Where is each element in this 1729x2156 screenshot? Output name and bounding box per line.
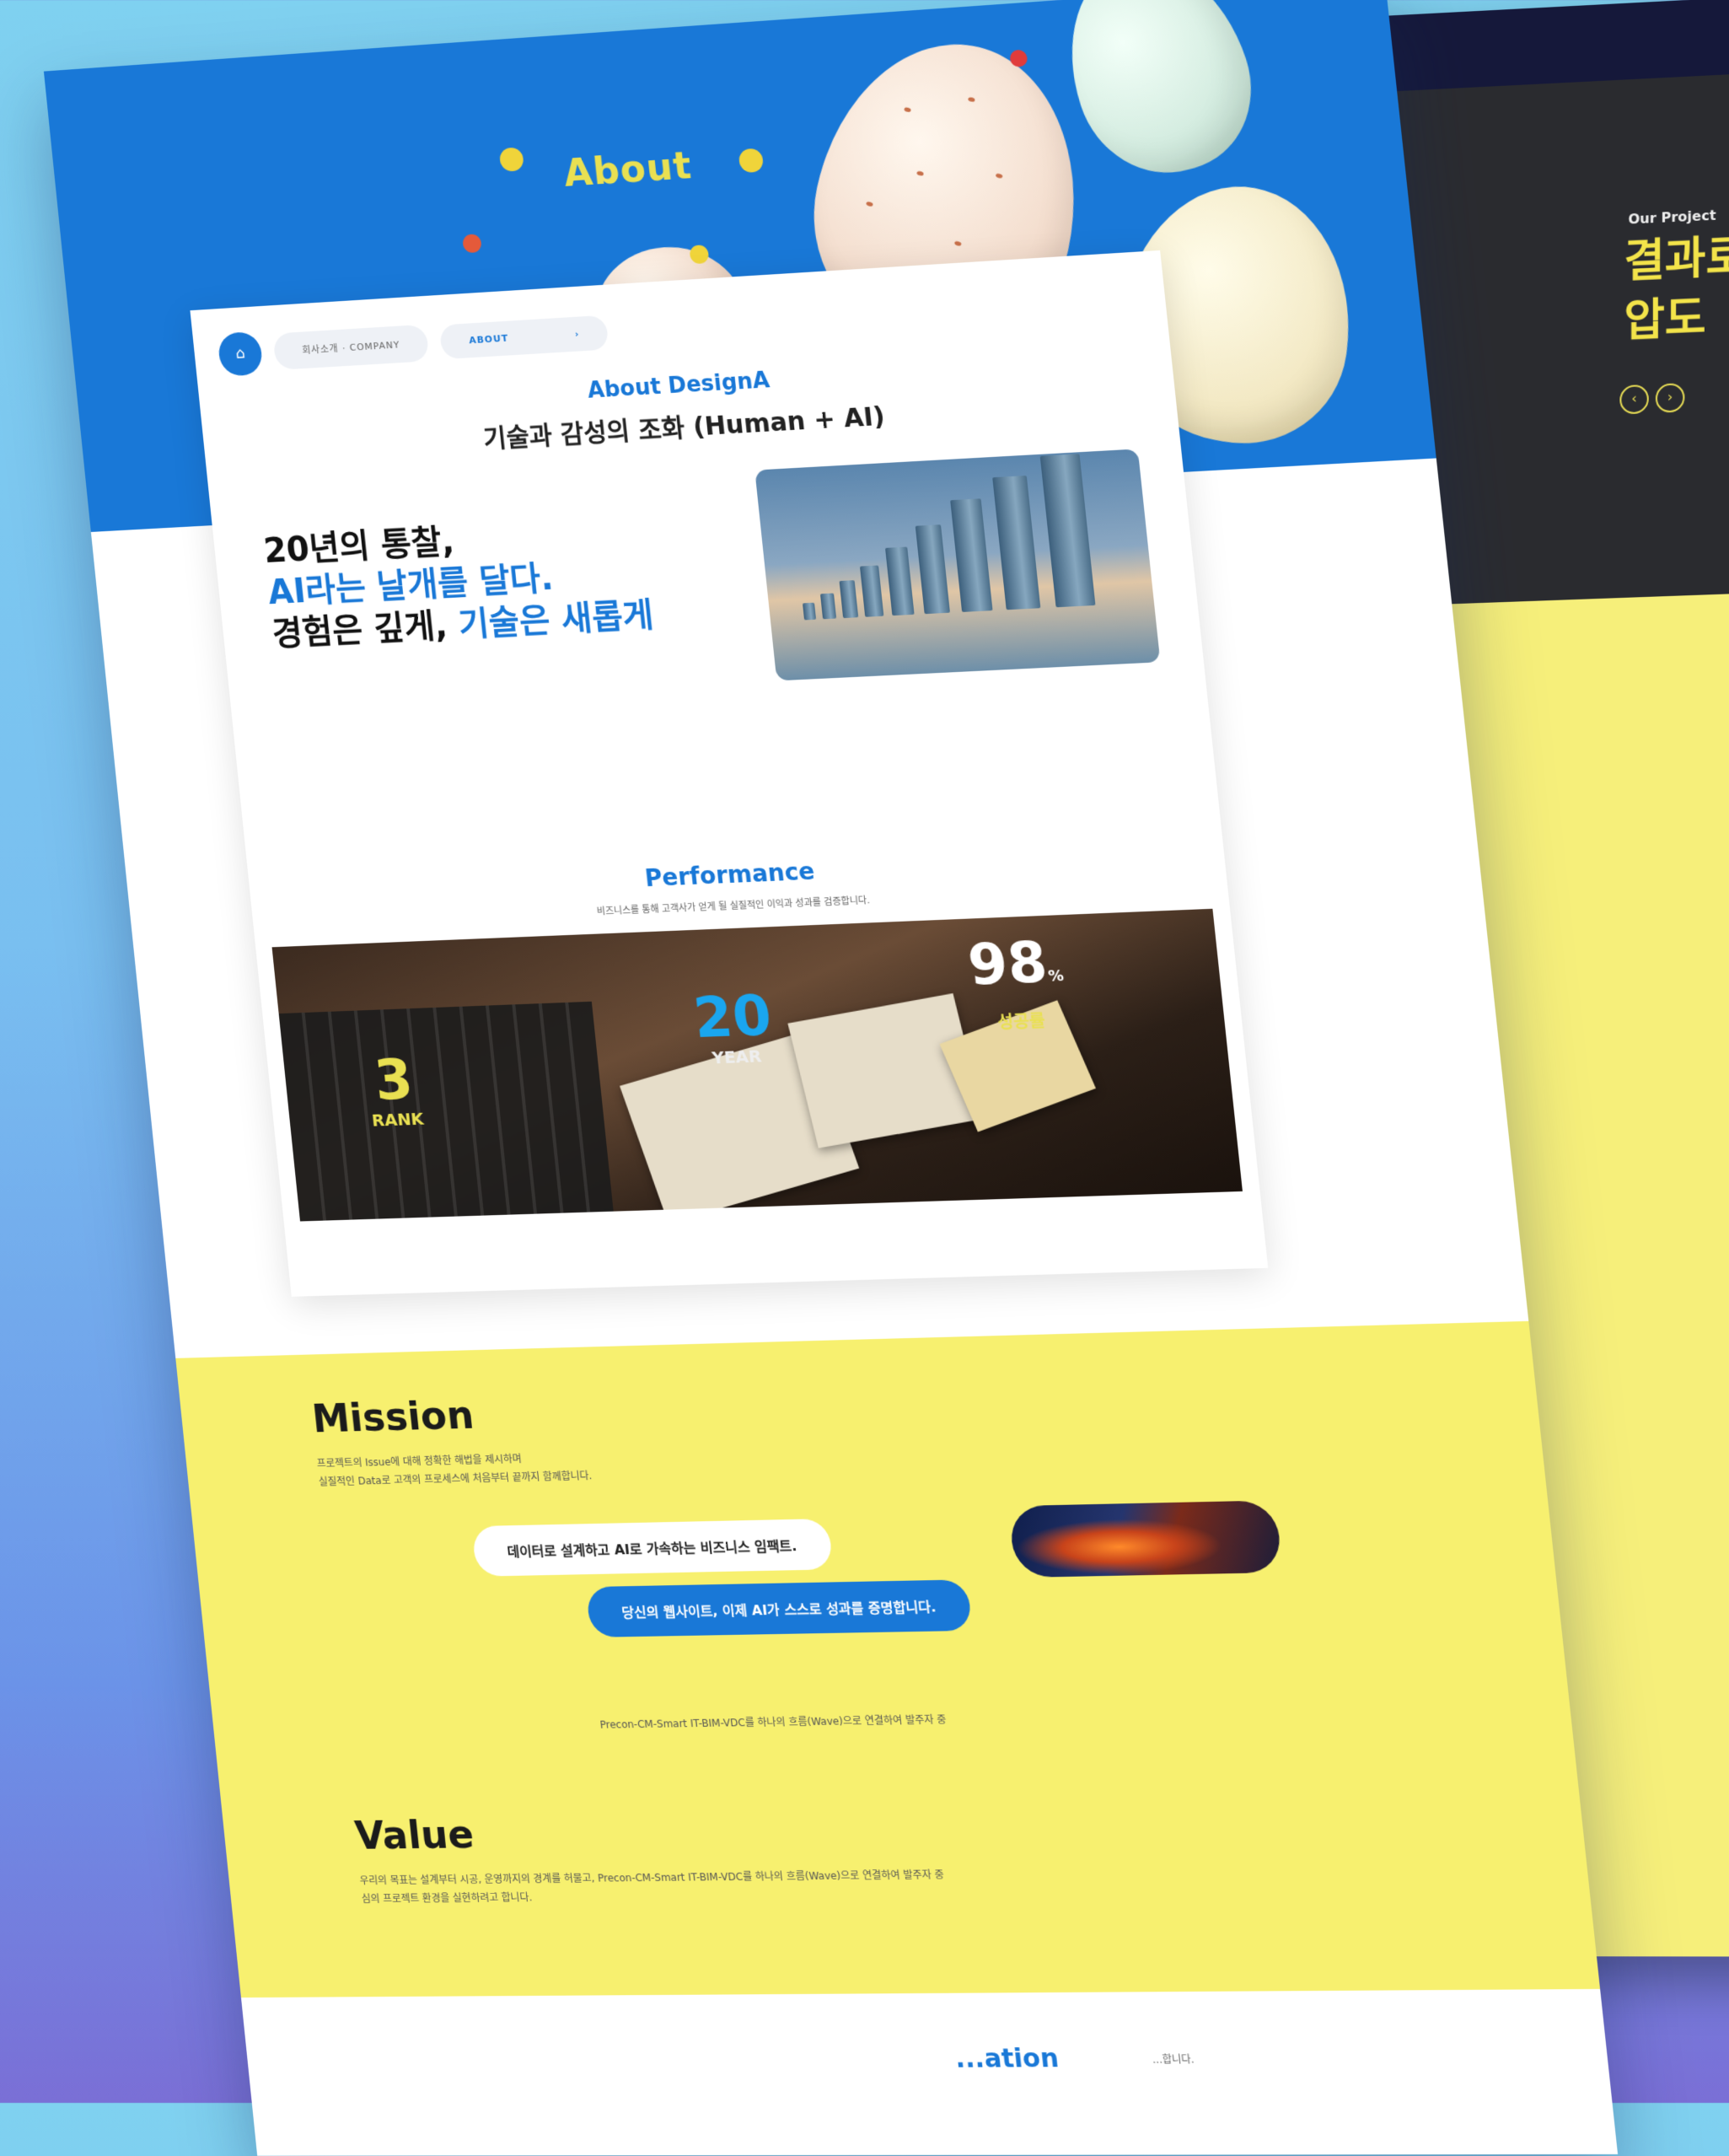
mission-pill-blue: 당신의 웹사이트, 이제 AI가 스스로 성과를 증명합니다.	[585, 1579, 973, 1637]
yellow-dot	[738, 148, 765, 174]
home-icon[interactable]: ⌂	[217, 331, 264, 377]
headline-line3-b: 기술은 새롭게	[456, 595, 656, 645]
next-section	[240, 1988, 1619, 2156]
side-title-line1: 결과로	[1624, 231, 1729, 288]
value-title: Value	[352, 1811, 476, 1858]
side-page-header	[1366, 0, 1729, 93]
arrow-left-icon[interactable]: ‹	[1619, 384, 1649, 415]
about-page: About ⌂ 회사소개 · COMPANY ABOUT › About Des…	[43, 0, 1619, 2156]
egg-decoration	[1042, 0, 1275, 192]
value-desc: 우리의 목표는 설계부터 시공, 운영까지의 경계를 허물고, Precon-C…	[359, 1864, 1033, 1908]
arrow-right-icon[interactable]: ›	[1655, 383, 1685, 413]
stat-rank-value: 3	[371, 1046, 416, 1113]
stat-rank-label: RANK	[370, 1108, 425, 1131]
breadcrumb: ⌂ 회사소개 · COMPANY ABOUT ›	[217, 310, 609, 377]
next-section-desc: ...합니다.	[1152, 2053, 1195, 2066]
stat-success-label: 성공률	[996, 1010, 1046, 1033]
headline-line3-a: 경험은 깊게,	[270, 605, 461, 654]
wave-image-pill	[1007, 1500, 1283, 1578]
breadcrumb-current[interactable]: ABOUT ›	[438, 315, 609, 359]
stat-success: 98% 성공률	[964, 929, 1070, 1034]
side-page-eyebrow: Our Project	[1628, 207, 1716, 228]
value-intro-text: Precon-CM-Smart IT-BIM-VDC를 하나의 흐름(Wave)…	[599, 1713, 948, 1731]
stat-rank: 3 RANK	[365, 1046, 425, 1131]
chevron-right-icon: ›	[574, 328, 580, 340]
side-page-arrows: ‹ ›	[1619, 383, 1685, 415]
breadcrumb-path[interactable]: 회사소개 · COMPANY	[272, 324, 430, 370]
stat-success-value: 98	[964, 929, 1050, 998]
performance-photo: 3 RANK 20 YEAR 98% 성공률	[271, 908, 1243, 1222]
keyboard-image	[278, 1001, 615, 1222]
red-dot	[462, 234, 482, 254]
side-page-title: 결과로 압도	[1624, 217, 1729, 352]
mission-desc: 프로젝트의 Issue에 대해 정확한 해법을 제시하며 실질적인 Data로 …	[316, 1440, 903, 1491]
stat-year-value: 20	[690, 982, 775, 1051]
mission-title: Mission	[309, 1391, 476, 1442]
hero-title: About	[561, 144, 695, 196]
yellow-dot	[498, 147, 525, 172]
growth-towers-image	[754, 449, 1161, 681]
about-card: ⌂ 회사소개 · COMPANY ABOUT › About DesignA 기…	[190, 250, 1269, 1297]
hero-subtitle	[518, 193, 785, 210]
stat-success-unit: %	[1047, 966, 1066, 986]
breadcrumb-current-label: ABOUT	[468, 332, 509, 346]
mission-pill-white: 데이터로 설계하고 AI로 가속하는 비즈니스 임팩트.	[471, 1519, 834, 1577]
stat-year: 20 YEAR	[690, 982, 776, 1068]
next-section-eyebrow: ...ation	[953, 2043, 1060, 2074]
intro-headline: 20년의 통찰, AI라는 날개를 달다. 경험은 깊게, 기술은 새롭게	[262, 510, 656, 655]
